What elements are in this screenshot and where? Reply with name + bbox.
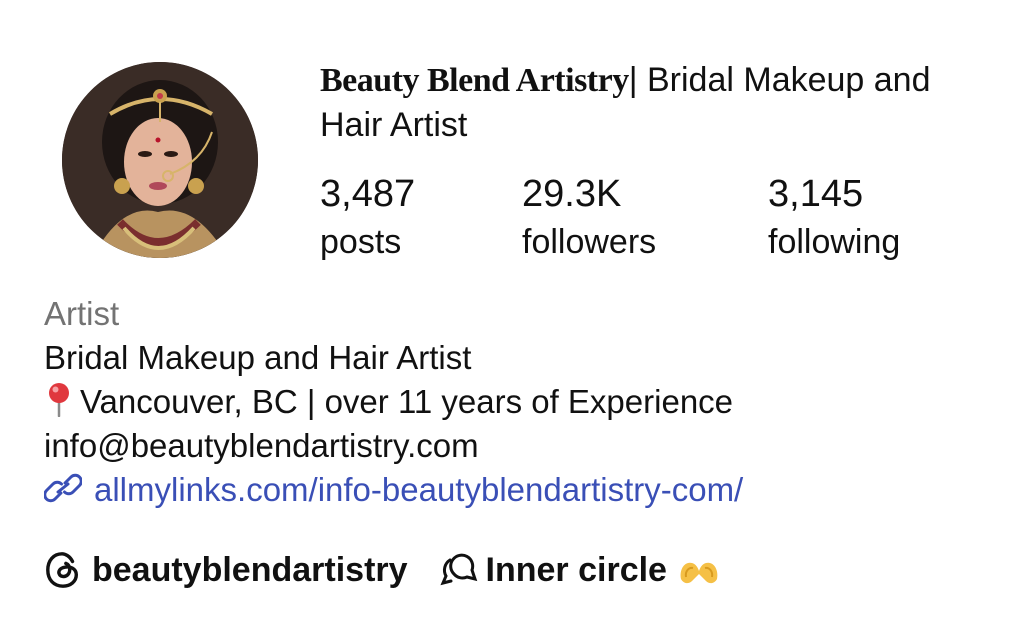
profile-page: Beauty Blend Artistry| Bridal Makeup and…	[0, 0, 1024, 626]
following-label: following	[768, 223, 901, 261]
inner-circle-badge[interactable]: Inner circle	[408, 550, 721, 590]
avatar[interactable]	[62, 62, 258, 258]
profile-name: Beauty Blend Artistry| Bridal Makeup and…	[320, 58, 980, 147]
threads-badge[interactable]: beautyblendartistry	[44, 551, 408, 590]
profile-stats: 3,487 posts 29.3K followers 3,145 follow…	[320, 170, 980, 270]
bio-line-1: Bridal Makeup and Hair Artist	[44, 339, 472, 376]
heart-hands-icon	[680, 562, 718, 584]
followers-count: 29.3K	[522, 173, 622, 215]
followers-label: followers	[522, 223, 657, 261]
following-count: 3,145	[768, 173, 864, 215]
posts-count: 3,487	[320, 173, 416, 215]
profile-name-brand: Beauty Blend Artistry	[320, 62, 629, 99]
following-stat[interactable]: 3,145 following	[768, 170, 900, 266]
avatar-photo	[62, 62, 258, 258]
posts-stat[interactable]: 3,487 posts	[320, 170, 415, 266]
threads-handle: beautyblendartistry	[92, 550, 408, 589]
bio-link[interactable]: allmylinks.com/info-beautyblendartistry-…	[44, 468, 1004, 512]
profile-badges-row: beautyblendartistry Inner circle	[44, 546, 721, 594]
link-icon	[44, 473, 82, 503]
bio-link-text: allmylinks.com/info-beautyblendartistry-…	[94, 471, 744, 508]
posts-label: posts	[320, 223, 402, 261]
threads-icon	[46, 552, 79, 588]
email-text[interactable]: info@beautyblendartistry.com	[44, 424, 1004, 468]
inner-circle-label: Inner circle	[485, 550, 667, 589]
profile-bio: Artist Bridal Makeup and Hair Artist Van…	[44, 292, 1004, 512]
location-text: Vancouver, BC | over 11 years of Experie…	[80, 383, 734, 420]
bio-line-2: Vancouver, BC | over 11 years of Experie…	[44, 380, 1004, 424]
inner-circle-icon	[439, 553, 477, 586]
followers-stat[interactable]: 29.3K followers	[522, 170, 656, 266]
pin-icon	[49, 383, 69, 417]
category-label: Artist	[44, 295, 120, 332]
